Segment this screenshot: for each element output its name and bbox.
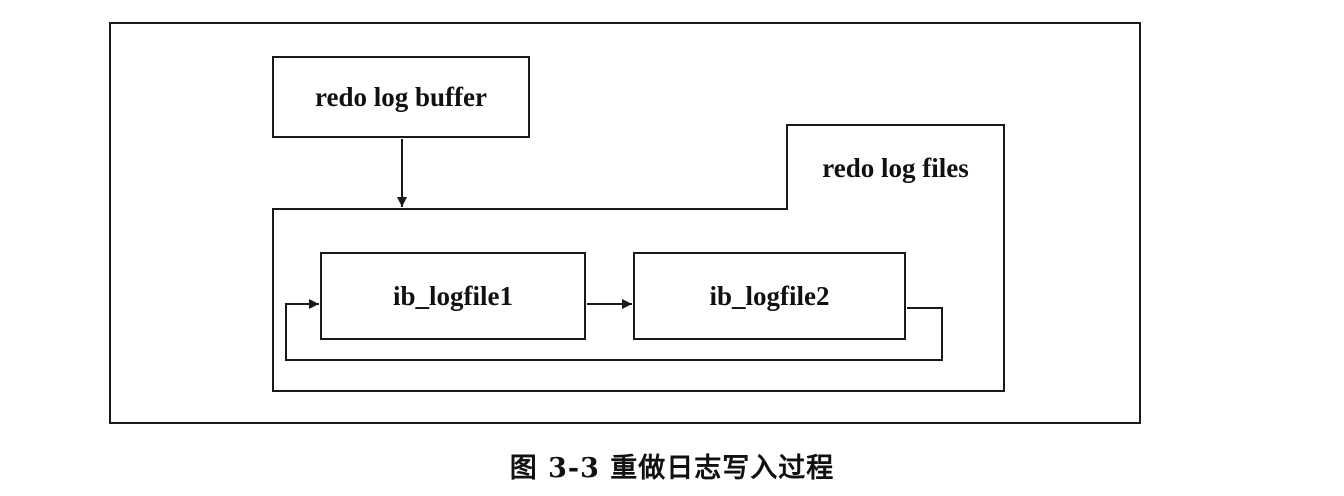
ib-logfile1-box: ib_logfile1 [320, 252, 586, 340]
ib-logfile1-label: ib_logfile1 [393, 280, 513, 311]
redo-log-buffer-label: redo log buffer [315, 81, 487, 112]
ib-logfile2-label: ib_logfile2 [709, 280, 830, 311]
redo-log-buffer-box: redo log buffer [272, 56, 530, 138]
figure-caption: 图 3-3 重做日志写入过程 [509, 453, 835, 484]
ib-logfile2-box: ib_logfile2 [633, 252, 906, 340]
redo-log-files-label: redo log files [822, 152, 969, 183]
redo-log-files-tab: redo log files [786, 124, 1005, 210]
